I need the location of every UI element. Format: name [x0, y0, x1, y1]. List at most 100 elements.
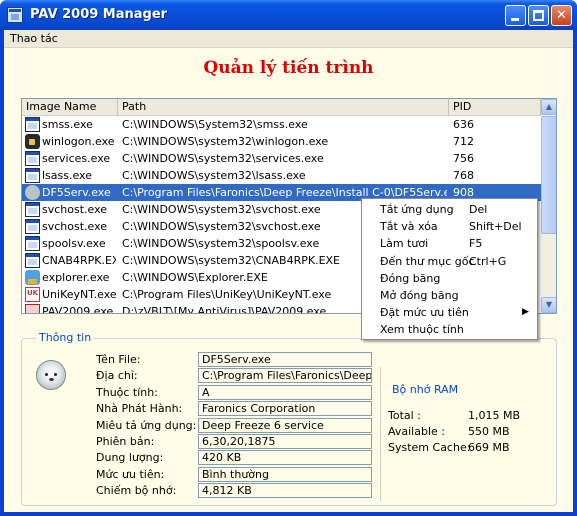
column-pid[interactable]: PID — [449, 99, 541, 116]
menu-item-shortcut: Ctrl+G — [469, 254, 507, 268]
ram-label: Total : — [388, 409, 421, 422]
ram-value: 1,015 MB — [468, 409, 521, 422]
scroll-thumb[interactable] — [541, 116, 556, 234]
info-label: Chiếm bộ nhớ: — [96, 484, 177, 498]
menu-item-label: Tắt và xóa — [380, 220, 438, 234]
submenu-arrow-icon: ▶ — [522, 307, 529, 318]
app-window-icon — [25, 168, 40, 183]
app-window-icon — [25, 151, 40, 166]
info-label: Dung lượng: — [96, 451, 164, 465]
app-window-icon — [25, 202, 40, 217]
table-row[interactable]: winlogon.exe C:\WINDOWS\system32\winlogon… — [22, 133, 541, 150]
cell-path: C:\WINDOWS\system32\lsass.exe — [122, 169, 306, 182]
info-value-field[interactable]: Bình thường — [198, 466, 372, 482]
cell-pid: 756 — [453, 152, 474, 165]
minimize-button[interactable] — [505, 5, 526, 26]
info-value-field[interactable]: Faronics Corporation — [198, 401, 372, 417]
maximize-button[interactable] — [528, 5, 549, 26]
info-value-field[interactable]: DF5Serv.exe — [198, 352, 372, 367]
app-icon[interactable] — [7, 7, 23, 23]
ram-value: 550 MB — [468, 425, 510, 438]
maximize-icon — [533, 10, 544, 21]
menu-item-label: Xem thuộc tính — [380, 323, 464, 337]
context-menu-item[interactable]: Làm tươi F5 — [362, 235, 537, 252]
app-window-icon — [25, 236, 40, 251]
app-window: PAV 2009 Manager ✕ Thao tác Quản lý tiến… — [0, 0, 577, 516]
close-icon: ✕ — [556, 8, 567, 23]
menu-item-label: Đặt mức ưu tiên — [380, 306, 469, 320]
polar-bear-icon — [36, 360, 66, 390]
menu-bar: Thao tác — [4, 30, 573, 48]
scroll-down-button[interactable]: ▼ — [541, 297, 556, 313]
ram-value: 669 MB — [468, 441, 510, 454]
cell-image-name: smss.exe — [42, 118, 93, 131]
menu-item-label: Đến thư mục gốc — [380, 254, 475, 268]
menu-item-label: Làm tươi — [380, 237, 429, 251]
menu-item-label: Mở đóng băng — [380, 289, 459, 302]
menu-item-shortcut: F5 — [469, 237, 483, 251]
list-scrollbar[interactable]: ▲ ▼ — [541, 99, 556, 313]
explorer-icon — [25, 270, 40, 285]
cell-image-name: PAV2009.exe — [42, 305, 114, 314]
menu-item-label: Tắt ứng dụng — [380, 203, 454, 216]
menu-thao-tac[interactable]: Thao tác — [10, 32, 58, 45]
context-menu-item[interactable]: Tắt ứng dụng Del — [362, 201, 537, 218]
pav-icon — [25, 304, 40, 313]
info-label: Địa chỉ: — [96, 369, 138, 383]
menu-item-shortcut: Del — [469, 203, 488, 216]
context-menu-item[interactable]: Đóng băng — [362, 270, 537, 287]
cell-image-name: explorer.exe — [42, 271, 110, 284]
scroll-up-button[interactable]: ▲ — [541, 99, 556, 115]
cell-image-name: services.exe — [42, 152, 111, 165]
cell-path: C:\WINDOWS\System32\smss.exe — [122, 118, 308, 131]
unikey-icon — [25, 287, 40, 302]
title-bar[interactable]: PAV 2009 Manager ✕ — [0, 0, 577, 30]
lock-icon — [25, 134, 40, 149]
app-window-icon — [25, 253, 40, 268]
context-menu-item[interactable]: Đặt mức ưu tiên ▶ — [362, 304, 537, 321]
info-group-title: Thông tin — [36, 331, 95, 344]
polar-bear-icon — [25, 185, 40, 200]
info-label: Thuộc tính: — [96, 385, 158, 399]
cell-image-name: lsass.exe — [42, 169, 92, 182]
info-value-field[interactable]: C:\Program Files\Faronics\Deep Fre — [198, 368, 372, 384]
app-window-icon — [25, 117, 40, 132]
context-menu-item[interactable]: Tắt và xóa Shift+Del — [362, 218, 537, 235]
info-value-field[interactable]: 420 KB — [198, 450, 372, 466]
table-row[interactable]: services.exe C:\WINDOWS\system32\services… — [22, 150, 541, 167]
list-header: Image Name Path PID — [22, 99, 541, 116]
cell-pid: 636 — [453, 118, 474, 131]
cell-image-name: UniKeyNT.exe — [42, 288, 116, 301]
context-menu-item[interactable]: Xem thuộc tính — [362, 321, 537, 338]
menu-item-shortcut: Shift+Del — [469, 220, 522, 234]
divider — [380, 367, 381, 501]
ram-label: System Cache: — [388, 441, 471, 454]
page-title: Quản lý tiến trình — [203, 58, 374, 78]
table-row[interactable]: smss.exe C:\WINDOWS\System32\smss.exe 636 — [22, 116, 541, 133]
info-label: Miêu tả ứng dụng: — [96, 418, 197, 432]
table-row[interactable]: lsass.exe C:\WINDOWS\system32\lsass.exe 76… — [22, 167, 541, 184]
context-menu-item[interactable]: Mở đóng băng — [362, 287, 537, 304]
column-path[interactable]: Path — [118, 99, 449, 116]
cell-path: C:\WINDOWS\system32\services.exe — [122, 152, 324, 165]
app-window-icon — [25, 219, 40, 234]
info-value-field[interactable]: Deep Freeze 6 service — [198, 417, 372, 433]
info-value-field[interactable]: 6,30,20,1875 — [198, 434, 372, 449]
menu-item-label: Đóng băng — [380, 271, 441, 285]
info-label: Mức ưu tiên: — [96, 467, 165, 481]
info-label: Nhà Phát Hành: — [96, 402, 183, 416]
cell-image-name: spoolsv.exe — [42, 237, 106, 250]
close-button[interactable]: ✕ — [551, 5, 572, 26]
info-value-field[interactable]: A — [198, 384, 372, 400]
cell-pid: 768 — [453, 169, 474, 182]
minimize-icon — [511, 18, 519, 21]
ram-title: Bộ nhớ RAM — [392, 383, 459, 396]
info-value-field[interactable]: 4,812 KB — [198, 483, 372, 499]
context-menu-item[interactable]: Đến thư mục gốc Ctrl+G — [362, 253, 537, 270]
cell-image-name: CNAB4RPK.EXE — [42, 254, 116, 267]
info-label: Tên File: — [96, 353, 141, 366]
cell-image-name: svchost.exe — [42, 220, 108, 233]
column-image-name[interactable]: Image Name — [22, 99, 118, 116]
context-menu: Tắt ứng dụng Del Tắt và xóa Shift+Del Làm tư… — [361, 198, 538, 340]
cell-image-name: svchost.exe — [42, 203, 108, 216]
